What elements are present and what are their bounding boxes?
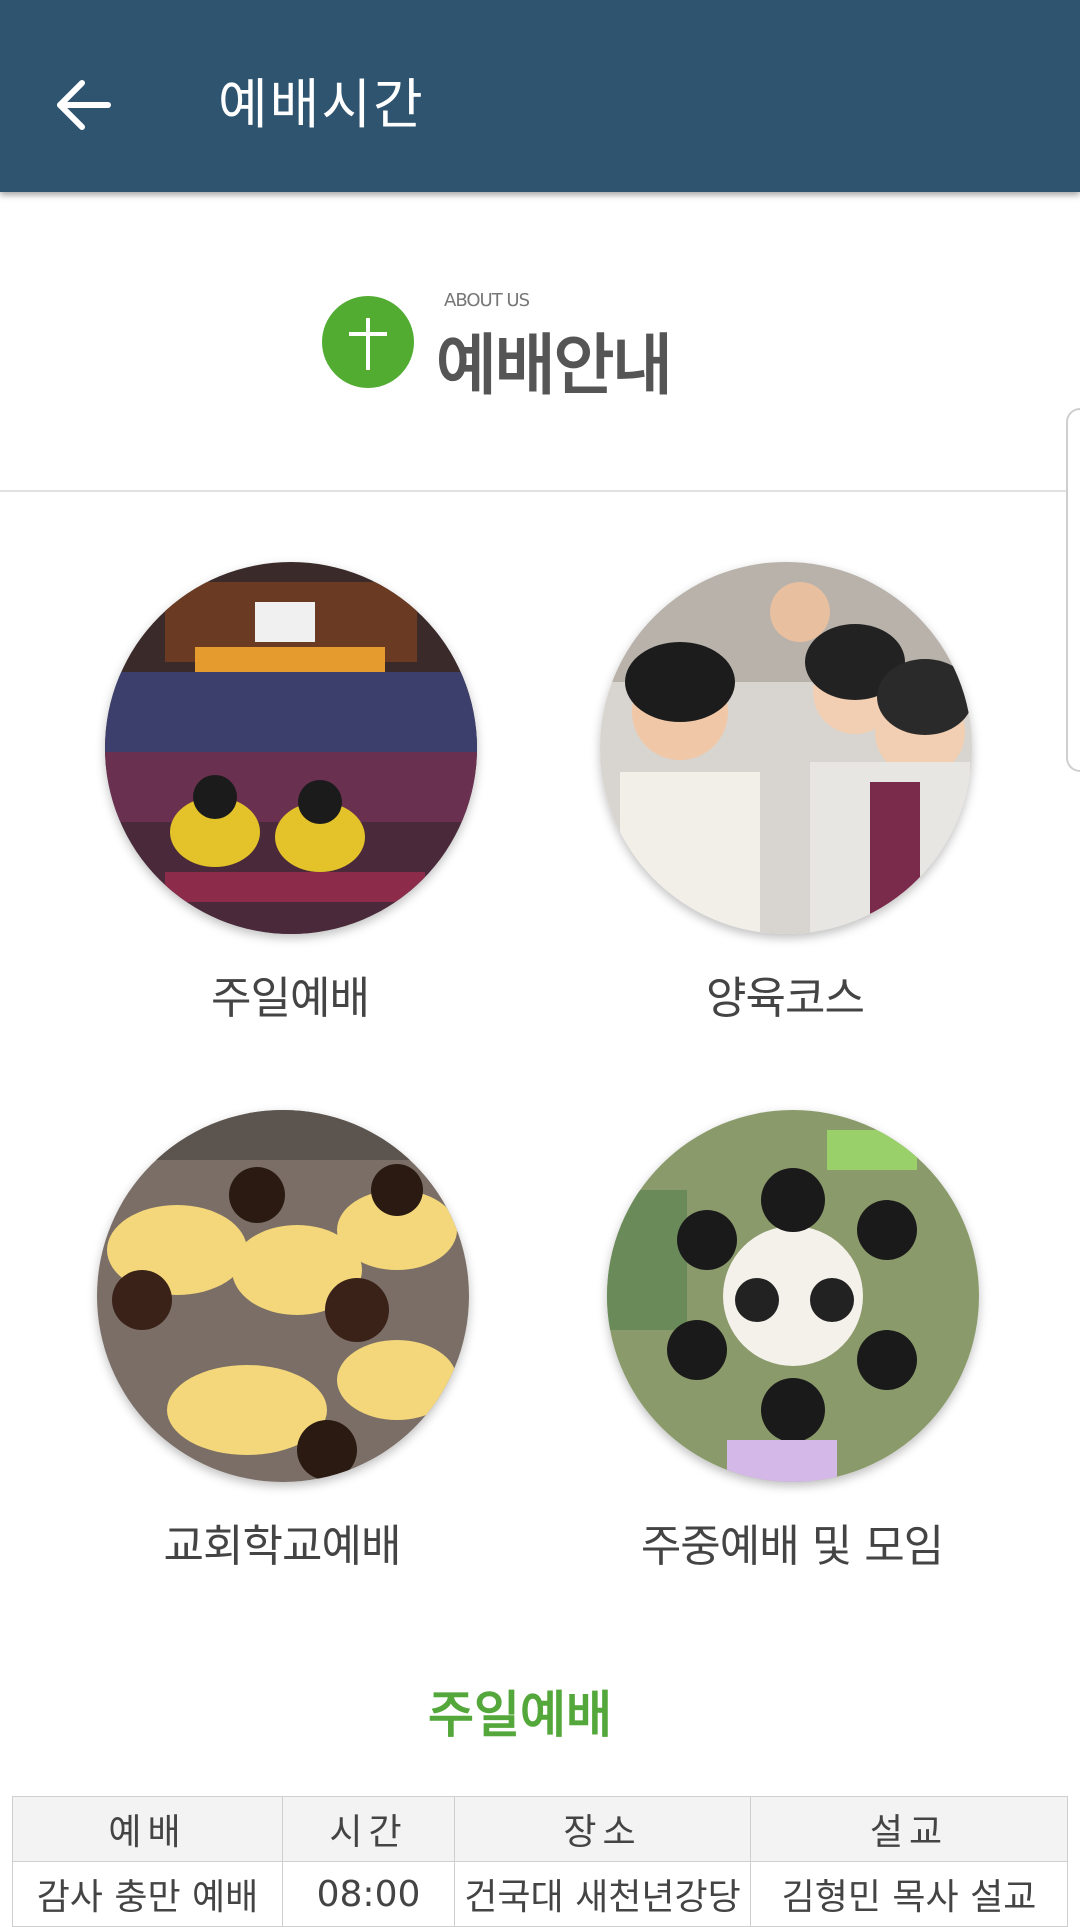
table-cell: 08:00 bbox=[282, 1861, 455, 1927]
tile-label: 주일예배 bbox=[211, 973, 370, 1024]
smiling-congregation-photo bbox=[600, 562, 972, 934]
column-header: 시간 bbox=[282, 1796, 455, 1862]
children-praying-photo bbox=[97, 1110, 469, 1482]
app-bar: 예배시간 bbox=[0, 0, 1080, 192]
section-title: 주일예배 bbox=[428, 1686, 612, 1744]
divider bbox=[0, 490, 1080, 492]
schedule-table: 예배 시간 장소 설교 감사 충만 예배 08:00 건국대 새천년강당 김형민… bbox=[12, 1796, 1068, 1927]
cross-icon bbox=[322, 296, 414, 388]
auditorium-photo bbox=[105, 562, 477, 934]
tile-label: 양육코스 bbox=[706, 973, 865, 1024]
about-us-label: ABOUT US bbox=[444, 290, 530, 311]
table-cell: 김형민 목사 설교 bbox=[750, 1861, 1068, 1927]
back-button[interactable] bbox=[50, 70, 120, 140]
hero-title: 예배안내 bbox=[436, 327, 673, 404]
column-header: 장소 bbox=[454, 1796, 751, 1862]
column-header: 예배 bbox=[12, 1796, 283, 1862]
column-header: 설교 bbox=[750, 1796, 1068, 1862]
edge-panel-handle[interactable] bbox=[1066, 408, 1080, 772]
arrow-left-icon bbox=[57, 80, 111, 130]
tile-nurture-course[interactable]: 양육코스 bbox=[555, 562, 975, 1062]
table-cell: 건국대 새천년강당 bbox=[454, 1861, 751, 1927]
table-header-row: 예배 시간 장소 설교 bbox=[12, 1796, 1068, 1862]
group-huddle-photo bbox=[607, 1110, 979, 1482]
tile-weekday-service[interactable]: 주중예배 및 모임 bbox=[562, 1110, 982, 1610]
page-title: 예배시간 bbox=[218, 73, 425, 136]
table-cell: 감사 충만 예배 bbox=[12, 1861, 283, 1927]
tile-label: 주중예배 및 모임 bbox=[640, 1521, 944, 1572]
tile-label: 교회학교예배 bbox=[163, 1521, 402, 1572]
tile-sunday-service[interactable]: 주일예배 bbox=[60, 562, 480, 1062]
table-row: 감사 충만 예배 08:00 건국대 새천년강당 김형민 목사 설교 bbox=[12, 1861, 1068, 1927]
tile-church-school-service[interactable]: 교회학교예배 bbox=[52, 1110, 472, 1610]
